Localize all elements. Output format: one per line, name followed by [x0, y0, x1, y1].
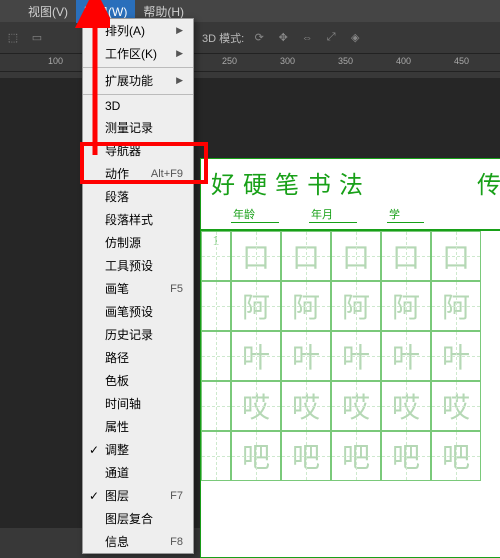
menu-item-测量记录[interactable]: 测量记录 — [83, 116, 193, 139]
sub-month: 年月 — [309, 206, 357, 223]
tool-icon-1[interactable]: ⬚ — [4, 29, 22, 47]
menu-item-段落[interactable]: 段落 — [83, 185, 193, 208]
practice-cell: 哎 — [381, 381, 431, 431]
menu-item-历史记录[interactable]: 历史记录 — [83, 323, 193, 346]
practice-cell: 阿 — [431, 281, 481, 331]
practice-cell: 哎 — [281, 381, 331, 431]
document: 好硬笔书法 传 年龄 年月 学 1口口口口口阿阿阿阿阿叶叶叶叶叶哎哎哎哎哎吧吧吧… — [200, 158, 500, 558]
practice-grid: 1口口口口口阿阿阿阿阿叶叶叶叶叶哎哎哎哎哎吧吧吧吧吧 — [201, 229, 500, 481]
practice-cell: 叶 — [281, 331, 331, 381]
pan-icon[interactable]: ✥ — [274, 29, 292, 47]
practice-cell: 哎 — [431, 381, 481, 431]
menubar: 视图(V) 窗口(W) 帮助(H) — [0, 0, 500, 22]
menu-item-扩展功能[interactable]: 扩展功能▶ — [83, 67, 193, 92]
menu-item-路径[interactable]: 路径 — [83, 346, 193, 369]
practice-cell: 阿 — [381, 281, 431, 331]
ruler-tick: 100 — [48, 56, 63, 66]
practice-cell: 吧 — [381, 431, 431, 481]
menu-item-动作[interactable]: 动作Alt+F9 — [83, 162, 193, 185]
mode-label: 3D 模式: — [202, 30, 244, 46]
move-icon[interactable]: ⤢ — [322, 29, 340, 47]
menu-item-段落样式[interactable]: 段落样式 — [83, 208, 193, 231]
menu-item-属性[interactable]: 属性 — [83, 415, 193, 438]
canvas[interactable]: 好硬笔书法 传 年龄 年月 学 1口口口口口阿阿阿阿阿叶叶叶叶叶哎哎哎哎哎吧吧吧… — [0, 78, 500, 528]
row-index — [201, 281, 231, 331]
practice-cell: 吧 — [281, 431, 331, 481]
menu-item-画笔[interactable]: 画笔F5 — [83, 277, 193, 300]
document-title: 好硬笔书法 传 — [201, 159, 500, 206]
practice-cell: 叶 — [231, 331, 281, 381]
tool-icon-2[interactable]: ▭ — [28, 29, 46, 47]
horizontal-ruler: 100 150 200 250 300 350 400 450 — [0, 54, 500, 72]
menu-item-通道[interactable]: 通道 — [83, 461, 193, 484]
practice-cell: 阿 — [281, 281, 331, 331]
row-index — [201, 431, 231, 481]
practice-cell: 阿 — [331, 281, 381, 331]
menu-item-色板[interactable]: 色板 — [83, 369, 193, 392]
ruler-tick: 350 — [338, 56, 353, 66]
row-index — [201, 331, 231, 381]
title-main: 好硬笔书法 — [211, 173, 371, 199]
row-index — [201, 381, 231, 431]
menu-item-信息[interactable]: 信息F8 — [83, 530, 193, 553]
sub-age: 年龄 — [231, 206, 279, 223]
menu-item-排列(A)[interactable]: 排列(A)▶ — [83, 19, 193, 42]
menu-item-工作区(K)[interactable]: 工作区(K)▶ — [83, 42, 193, 65]
practice-cell: 叶 — [381, 331, 431, 381]
practice-cell: 哎 — [231, 381, 281, 431]
scale-icon[interactable]: ◈ — [346, 29, 364, 47]
ruler-tick: 250 — [222, 56, 237, 66]
practice-cell: 口 — [281, 231, 331, 281]
orbit-icon[interactable]: ⟳ — [250, 29, 268, 47]
ruler-tick: 300 — [280, 56, 295, 66]
options-bar: ⬚ ▭ ↻ 3D 模式: ⟳ ✥ ⇔ ⤢ ◈ — [0, 22, 500, 54]
window-menu-dropdown: 排列(A)▶工作区(K)▶扩展功能▶3D测量记录导航器动作Alt+F9段落段落样… — [82, 18, 194, 554]
slide-icon[interactable]: ⇔ — [298, 29, 316, 47]
practice-cell: 口 — [231, 231, 281, 281]
menu-item-图层复合[interactable]: 图层复合 — [83, 507, 193, 530]
menu-item-画笔预设[interactable]: 画笔预设 — [83, 300, 193, 323]
practice-cell: 吧 — [431, 431, 481, 481]
practice-cell: 口 — [381, 231, 431, 281]
practice-cell: 吧 — [331, 431, 381, 481]
sub-school: 学 — [387, 206, 424, 223]
menu-item-调整[interactable]: ✓调整 — [83, 438, 193, 461]
title-side: 传 — [477, 165, 500, 200]
menu-item-图层[interactable]: ✓图层F7 — [83, 484, 193, 507]
practice-cell: 哎 — [331, 381, 381, 431]
menu-item-3D[interactable]: 3D — [83, 94, 193, 116]
menu-item-仿制源[interactable]: 仿制源 — [83, 231, 193, 254]
menu-view[interactable]: 视图(V) — [20, 0, 76, 23]
practice-cell: 吧 — [231, 431, 281, 481]
menu-item-导航器[interactable]: 导航器 — [83, 139, 193, 162]
ruler-tick: 400 — [396, 56, 411, 66]
practice-cell: 口 — [331, 231, 381, 281]
row-index: 1 — [201, 231, 231, 281]
ruler-tick: 450 — [454, 56, 469, 66]
document-subheader: 年龄 年月 学 — [201, 206, 500, 229]
practice-cell: 口 — [431, 231, 481, 281]
practice-cell: 阿 — [231, 281, 281, 331]
practice-cell: 叶 — [331, 331, 381, 381]
menu-item-时间轴[interactable]: 时间轴 — [83, 392, 193, 415]
menu-item-工具预设[interactable]: 工具预设 — [83, 254, 193, 277]
practice-cell: 叶 — [431, 331, 481, 381]
